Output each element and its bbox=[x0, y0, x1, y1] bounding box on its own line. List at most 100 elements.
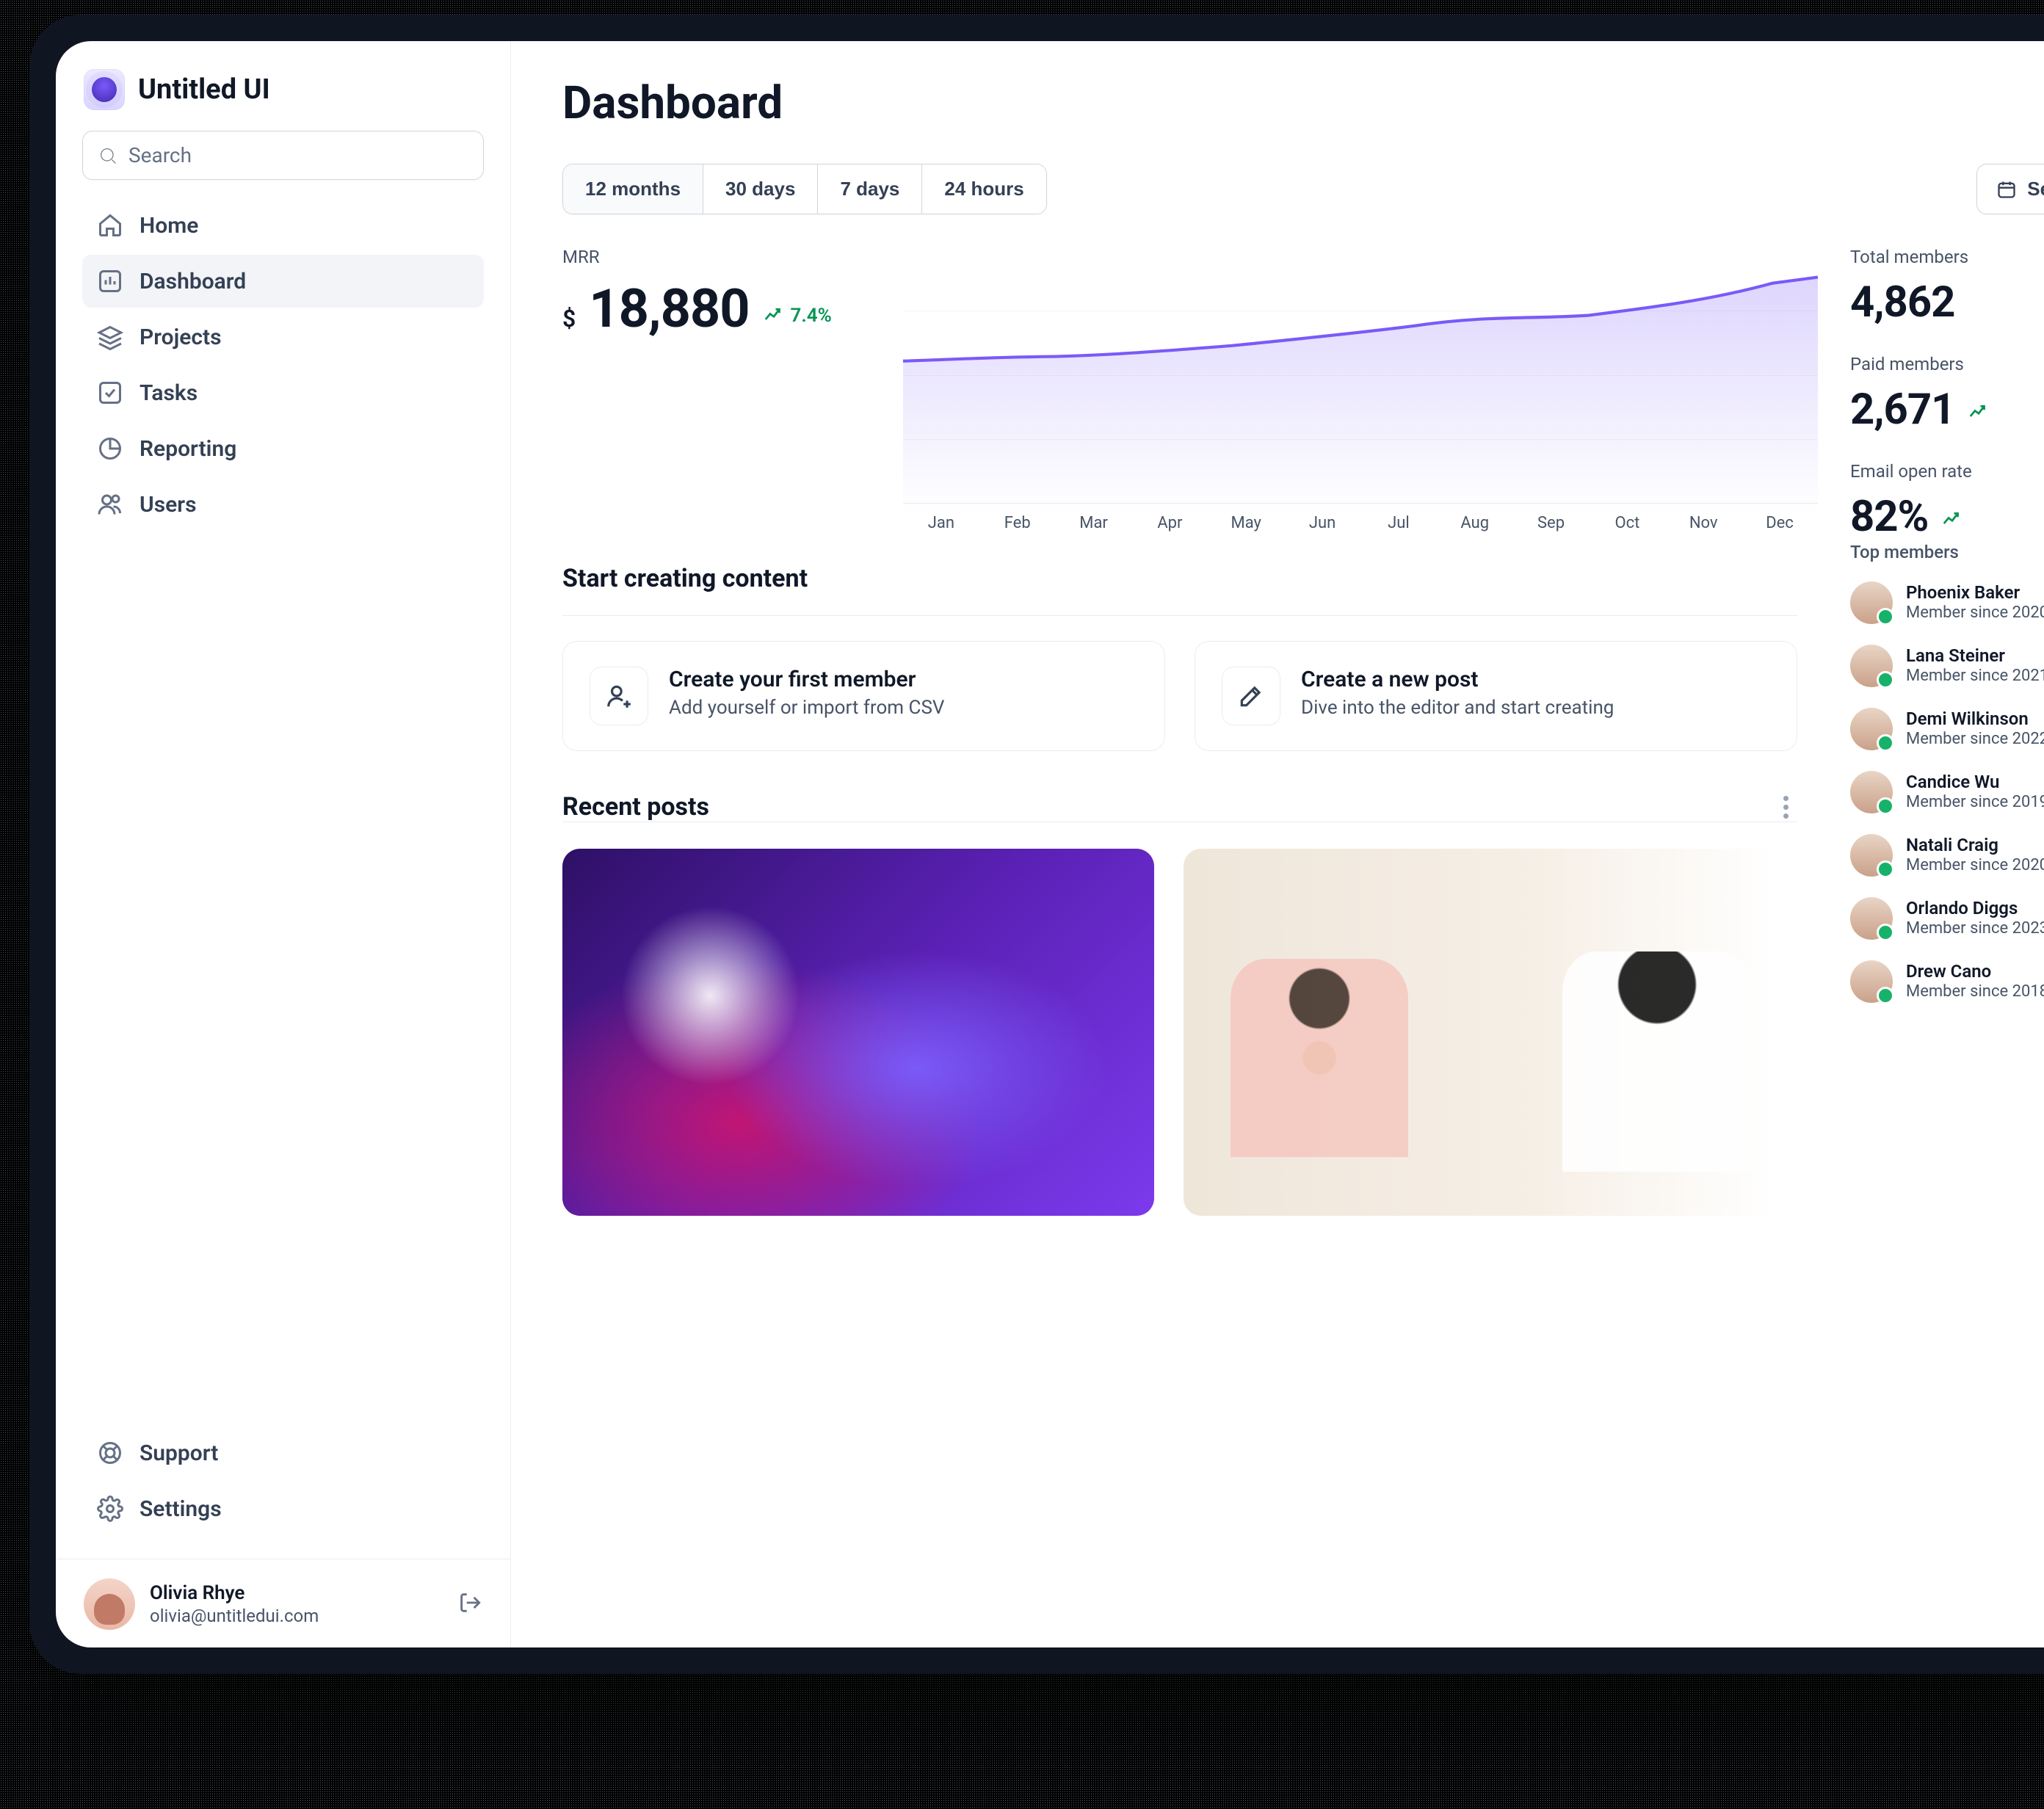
logout-icon bbox=[457, 1590, 482, 1615]
calendar-icon bbox=[1996, 179, 2017, 200]
month-label: Sep bbox=[1513, 514, 1590, 532]
member-name: Candice Wu bbox=[1906, 772, 2044, 793]
member-since: Member since 2020 bbox=[1906, 856, 2044, 875]
avatar bbox=[1850, 771, 1893, 813]
avatar bbox=[1850, 960, 1893, 1003]
home-icon bbox=[97, 212, 123, 239]
metric-value: 18,880 bbox=[589, 278, 749, 340]
select-dates-button[interactable]: Select dates bbox=[1976, 164, 2044, 214]
trend-up bbox=[1968, 402, 1990, 424]
divider bbox=[562, 615, 1797, 616]
range-12m[interactable]: 12 months bbox=[563, 164, 703, 214]
member-row[interactable]: Lana SteinerMember since 2021 bbox=[1850, 645, 2044, 687]
member-name: Lana Steiner bbox=[1906, 645, 2044, 667]
cta-title: Create your first member bbox=[669, 667, 944, 692]
sidebar-item-label: Users bbox=[139, 492, 197, 518]
brand-logo-icon bbox=[84, 69, 125, 110]
recent-posts bbox=[562, 849, 1797, 1216]
sidebar-item-settings[interactable]: Settings bbox=[82, 1482, 484, 1535]
sidebar-item-label: Tasks bbox=[139, 380, 197, 406]
member-row[interactable]: Drew CanoMember since 2018 bbox=[1850, 960, 2044, 1003]
month-label: Nov bbox=[1665, 514, 1742, 532]
member-row[interactable]: Orlando DiggsMember since 2023 bbox=[1850, 897, 2044, 940]
support-nav: Support Settings bbox=[73, 1422, 493, 1540]
main-content: Dashboard 12 months 30 days 7 days 24 ho… bbox=[511, 41, 2044, 1647]
more-menu[interactable] bbox=[1774, 795, 1797, 819]
sidebar-item-label: Reporting bbox=[139, 436, 236, 462]
primary-nav: Home Dashboard Projects Tasks Reporting … bbox=[73, 195, 493, 535]
cta-create-post[interactable]: Create a new post Dive into the editor a… bbox=[1195, 641, 1797, 751]
line-chart-svg bbox=[903, 247, 1818, 513]
page-title: Dashboard bbox=[562, 76, 2044, 130]
month-label: Apr bbox=[1131, 514, 1208, 532]
sidebar-item-home[interactable]: Home bbox=[82, 199, 484, 252]
range-7d[interactable]: 7 days bbox=[818, 164, 922, 214]
month-label: Jul bbox=[1360, 514, 1437, 532]
member-name: Natali Craig bbox=[1906, 835, 2044, 856]
sidebar-item-label: Dashboard bbox=[139, 269, 246, 294]
range-24h[interactable]: 24 hours bbox=[922, 164, 1045, 214]
stat-email-open: Email open rate 82% bbox=[1850, 461, 2044, 542]
month-label: Jun bbox=[1284, 514, 1360, 532]
check-square-icon bbox=[97, 380, 123, 406]
device-bezel: Untitled UI Search Home Dashboard Projec… bbox=[29, 15, 2044, 1674]
member-since: Member since 2023 bbox=[1906, 919, 2044, 938]
month-label: Mar bbox=[1056, 514, 1132, 532]
brand-name: Untitled UI bbox=[138, 73, 270, 106]
member-since: Member since 2020 bbox=[1906, 603, 2044, 623]
sidebar-item-dashboard[interactable]: Dashboard bbox=[82, 255, 484, 308]
search-input[interactable]: Search bbox=[82, 131, 484, 180]
search-icon bbox=[98, 145, 118, 166]
cta-title: Create a new post bbox=[1301, 667, 1614, 692]
logout-button[interactable] bbox=[457, 1590, 482, 1618]
post-card[interactable] bbox=[1184, 849, 1775, 1216]
member-since: Member since 2021 bbox=[1906, 667, 2044, 686]
trend-up bbox=[1941, 509, 1963, 531]
top-members-title: Top members bbox=[1850, 542, 2044, 562]
month-label: Oct bbox=[1589, 514, 1665, 532]
stat-total-members: Total members 4,862 bbox=[1850, 247, 2044, 327]
sidebar: Untitled UI Search Home Dashboard Projec… bbox=[56, 41, 511, 1647]
sidebar-item-projects[interactable]: Projects bbox=[82, 311, 484, 363]
member-row[interactable]: Demi WilkinsonMember since 2022 bbox=[1850, 708, 2044, 750]
trend-up-icon bbox=[1941, 509, 1963, 531]
member-name: Demi Wilkinson bbox=[1906, 708, 2044, 730]
trend-up-icon bbox=[1968, 402, 1990, 424]
range-30d[interactable]: 30 days bbox=[703, 164, 818, 214]
chart-x-axis: Jan Feb Mar Apr May Jun Jul Aug Sep Oct … bbox=[903, 514, 1818, 532]
avatar bbox=[1850, 897, 1893, 940]
current-user: Olivia Rhye olivia@untitledui.com bbox=[73, 1578, 493, 1630]
member-since: Member since 2018 bbox=[1906, 982, 2044, 1001]
sidebar-item-label: Settings bbox=[139, 1496, 222, 1522]
sidebar-item-reporting[interactable]: Reporting bbox=[82, 422, 484, 475]
month-label: Dec bbox=[1742, 514, 1818, 532]
sidebar-item-tasks[interactable]: Tasks bbox=[82, 366, 484, 419]
sidebar-item-users[interactable]: Users bbox=[82, 478, 484, 531]
stat-value: 2,671 bbox=[1850, 385, 1954, 435]
member-row[interactable]: Phoenix BakerMember since 2020 bbox=[1850, 581, 2044, 624]
stats-column: Total members 4,862 Paid members 2,671 E… bbox=[1850, 247, 2044, 542]
sidebar-item-support[interactable]: Support bbox=[82, 1426, 484, 1479]
member-row[interactable]: Candice WuMember since 2019 bbox=[1850, 771, 2044, 813]
section-title-content: Start creating content bbox=[562, 564, 1797, 593]
trend-value: 7.4% bbox=[791, 305, 832, 327]
month-label: Aug bbox=[1437, 514, 1513, 532]
sidebar-item-label: Support bbox=[139, 1440, 218, 1466]
life-buoy-icon bbox=[97, 1440, 123, 1466]
member-since: Member since 2019 bbox=[1906, 793, 2044, 812]
cta-sub: Dive into the editor and start creating bbox=[1301, 697, 1614, 719]
stat-paid-members: Paid members 2,671 bbox=[1850, 354, 2044, 435]
month-label: May bbox=[1208, 514, 1284, 532]
app-window: Untitled UI Search Home Dashboard Projec… bbox=[56, 41, 2044, 1647]
cta-create-member[interactable]: Create your first member Add yourself or… bbox=[562, 641, 1165, 751]
user-name: Olivia Rhye bbox=[150, 1581, 443, 1606]
avatar bbox=[1850, 581, 1893, 624]
member-row[interactable]: Natali CraigMember since 2020 bbox=[1850, 834, 2044, 877]
sidebar-item-label: Home bbox=[139, 213, 198, 239]
toolbar: 12 months 30 days 7 days 24 hours Select… bbox=[562, 164, 2044, 214]
mrr-chart: Jan Feb Mar Apr May Jun Jul Aug Sep Oct … bbox=[903, 247, 1818, 542]
stat-value: 4,862 bbox=[1850, 278, 1954, 327]
bar-chart-icon bbox=[97, 268, 123, 294]
post-card[interactable] bbox=[562, 849, 1154, 1216]
gear-icon bbox=[97, 1496, 123, 1522]
